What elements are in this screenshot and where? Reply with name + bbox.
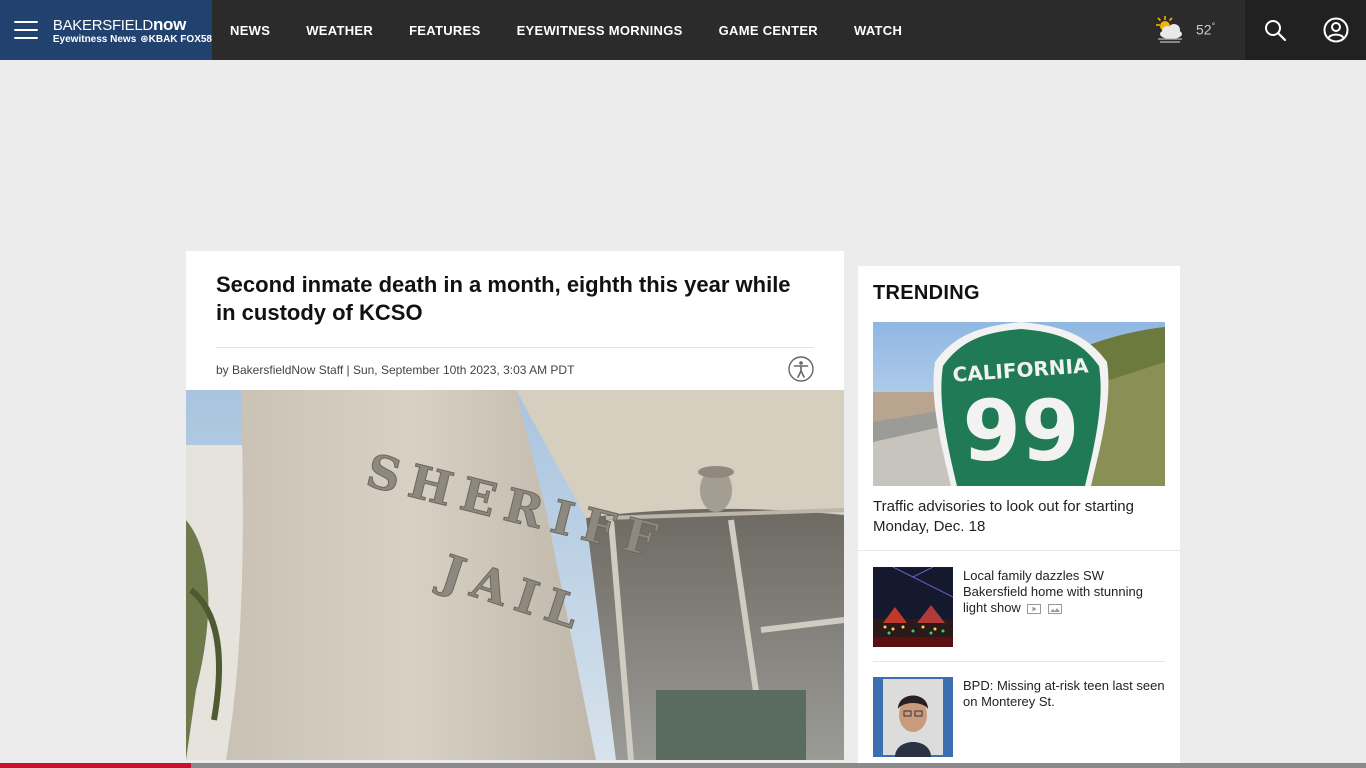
trending-item-title: BPD: Missing at-risk teen last seen on M… <box>963 678 1165 709</box>
trending-item[interactable]: BPD: Missing at-risk teen last seen on M… <box>873 677 1165 757</box>
nav-weather[interactable]: WEATHER <box>306 23 373 38</box>
accessibility-icon[interactable] <box>788 356 814 382</box>
trending-divider <box>858 550 1180 551</box>
partly-sunny-icon <box>1156 16 1182 43</box>
nav-game-center[interactable]: GAME CENTER <box>719 23 818 38</box>
menu-icon[interactable] <box>0 0 53 60</box>
logo-main-a: BAKERSFIELD <box>52 16 153 34</box>
video-icon <box>1027 603 1042 614</box>
headline-divider <box>216 347 814 348</box>
article-hero-image[interactable]: SHERIFF JAIL <box>186 390 844 760</box>
weather-widget[interactable]: 52° <box>1152 14 1215 44</box>
trending-hero-title[interactable]: Traffic advisories to look out for start… <box>873 497 1168 537</box>
article-card: Second inmate death in a month, eighth t… <box>186 251 844 760</box>
trending-divider <box>873 661 1165 662</box>
logo-sub-a: Eyewitness News <box>52 33 137 45</box>
article-headline: Second inmate death in a month, eighth t… <box>216 272 791 325</box>
brand-block: BAKERSFIELDnow Eyewitness News ⊛KBAK FOX5… <box>0 0 212 60</box>
temperature-value: 52 <box>1196 21 1212 38</box>
gallery-icon <box>1048 603 1063 614</box>
trending-panel: TRENDING CALIFORNIA 99 Traffic advisorie… <box>858 266 1180 768</box>
sign-number-text: 99 <box>963 382 1080 480</box>
temperature-readout: 52° <box>1196 21 1215 38</box>
main-nav: NEWS WEATHER FEATURES EYEWITNESS MORNING… <box>230 0 938 60</box>
trending-item-thumbnail <box>873 567 953 647</box>
page-progress-bar <box>0 763 1366 768</box>
site-header: BAKERSFIELDnow Eyewitness News ⊛KBAK FOX5… <box>0 0 1366 60</box>
trending-heading: TRENDING <box>873 282 980 304</box>
article-byline: by BakersfieldNow Staff | Sun, September… <box>216 363 575 377</box>
trending-item-title: Local family dazzles SW Bakersfield home… <box>963 568 1165 647</box>
logo-sub-b: ⊛KBAK FOX58 <box>140 33 212 45</box>
nav-features[interactable]: FEATURES <box>409 23 481 38</box>
search-icon[interactable] <box>1260 15 1290 45</box>
logo-main-b: now <box>152 14 187 34</box>
account-icon[interactable] <box>1321 15 1351 45</box>
trending-hero-image[interactable]: CALIFORNIA 99 <box>873 322 1165 486</box>
temperature-unit: ° <box>1211 20 1216 31</box>
nav-watch[interactable]: WATCH <box>854 23 902 38</box>
page-progress-fill <box>0 763 192 768</box>
nav-news[interactable]: NEWS <box>230 23 270 38</box>
trending-item-thumbnail <box>873 677 953 757</box>
nav-eyewitness-mornings[interactable]: EYEWITNESS MORNINGS <box>517 23 683 38</box>
header-actions <box>1245 0 1366 60</box>
site-logo[interactable]: BAKERSFIELDnow Eyewitness News ⊛KBAK FOX5… <box>53 16 212 45</box>
trending-item[interactable]: Local family dazzles SW Bakersfield home… <box>873 567 1165 647</box>
